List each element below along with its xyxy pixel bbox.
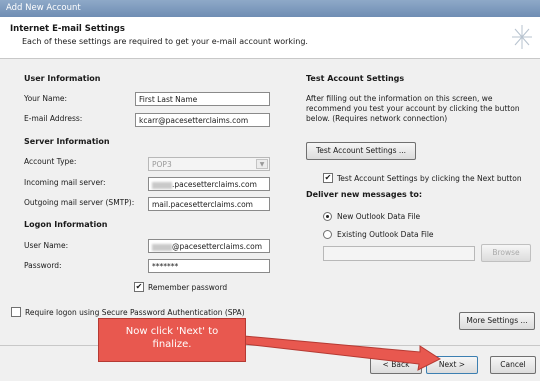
callout-line-1: Now click 'Next' to — [125, 326, 219, 337]
callout-arrow-icon — [243, 335, 442, 371]
callout-line-2: finalize. — [152, 339, 192, 350]
annotation-callout: Now click 'Next' to finalize. — [98, 318, 246, 362]
